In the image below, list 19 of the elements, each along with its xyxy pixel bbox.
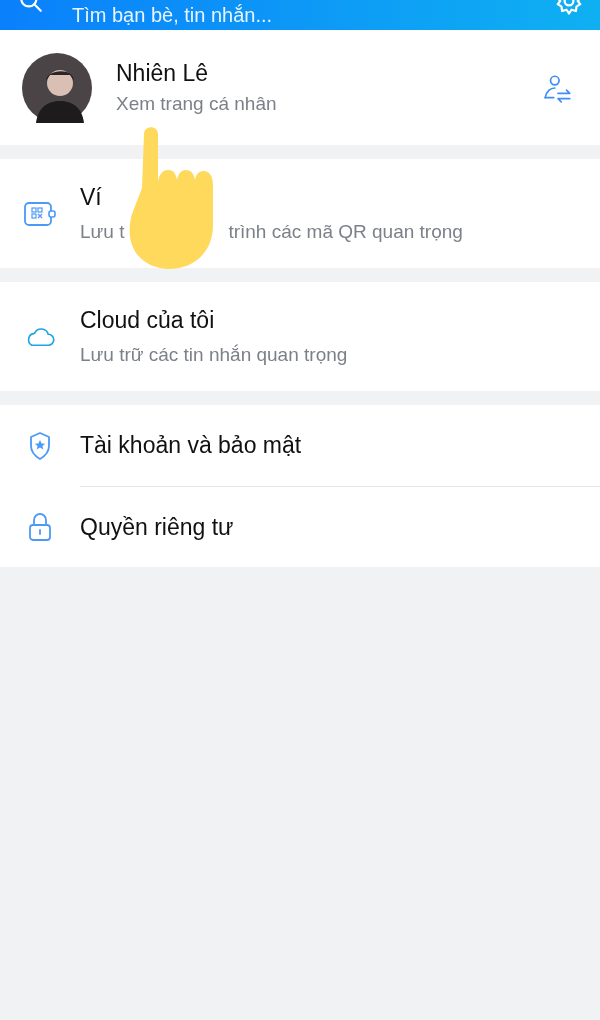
avatar: [22, 52, 92, 123]
profile-name: Nhiên Lê: [116, 60, 210, 87]
menu-item-description: Lưu t: [80, 221, 125, 243]
menu-item-description: trình các mã QR quan trọng: [228, 221, 463, 243]
search-bar[interactable]: Tìm bạn bè, tin nhắn...: [0, 0, 600, 30]
search-field[interactable]: Tìm bạn bè, tin nhắn...: [72, 2, 554, 28]
view-profile-link[interactable]: Xem trang cá nhân: [116, 93, 542, 115]
menu-item[interactable]: Quyền riêng tư: [0, 486, 600, 567]
menu-item[interactable]: Tài khoản và bảo mật: [0, 405, 600, 486]
menu-item[interactable]: Cloud của tôi Lưu trữ các tin nhắn quan trọng: [0, 282, 600, 391]
shield-icon: [28, 430, 52, 461]
menu-item-title: Tài khoản và bảo mật: [80, 432, 302, 459]
menu-item-description: Lưu trữ các tin nhắn quan trọng: [80, 344, 348, 366]
menu-item[interactable]: Ví Lưu t trình các mã QR quan trọng: [0, 159, 600, 268]
menu-item-title: Ví: [80, 184, 102, 211]
menu-item-title: Cloud của tôi: [80, 307, 215, 334]
profile-card[interactable]: Nhiên Lê Xem trang cá nhân: [0, 30, 600, 145]
lock-icon: [28, 511, 52, 542]
menu-item-title: Quyền riêng tư: [80, 513, 234, 541]
